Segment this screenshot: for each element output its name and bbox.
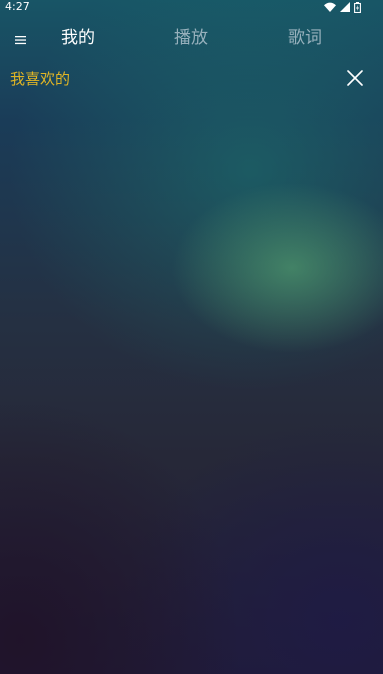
menu-icon (15, 30, 27, 49)
tab-mine[interactable]: 我的 (61, 27, 95, 49)
playlist-header: 我喜欢的 (0, 64, 383, 96)
status-icons (324, 1, 361, 13)
playlist-content (0, 100, 383, 674)
status-time: 4:27 (5, 0, 30, 13)
close-icon (347, 70, 363, 90)
battery-icon (354, 1, 361, 13)
top-navigation: 我的 播放 歌词 (0, 22, 383, 56)
close-button[interactable] (343, 68, 367, 92)
playlist-title: 我喜欢的 (10, 70, 71, 88)
signal-icon (340, 2, 350, 12)
tab-lyrics[interactable]: 歌词 (288, 27, 322, 49)
wifi-icon (324, 2, 336, 12)
status-bar: 4:27 (0, 0, 383, 14)
menu-button[interactable] (10, 28, 32, 50)
tab-play[interactable]: 播放 (174, 27, 208, 49)
